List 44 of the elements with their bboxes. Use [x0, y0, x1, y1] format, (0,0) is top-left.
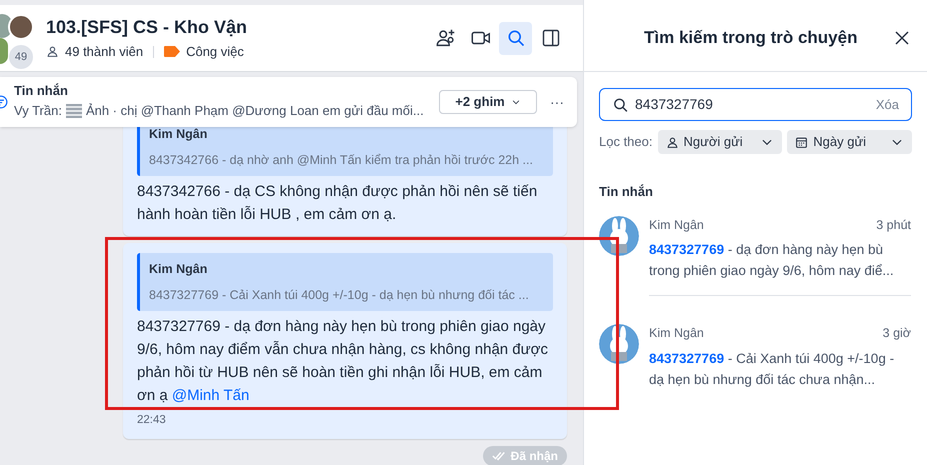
quote-author: Kim Ngân	[149, 127, 208, 142]
message-text: 8437327769 - dạ đơn hàng này hẹn bù trong phiên giao ngày 9/6, hôm nay điểm vẫn chưa nhận hàng, cs không nhận được phản hồi từ HUB nên sẽ hoàn tiền ghi nhận lỗi HUB, em cảm ơn ạ @Minh Tấn	[137, 316, 550, 406]
mention-link[interactable]: @Minh Tấn	[172, 386, 250, 404]
pins-button[interactable]: +2 ghim	[439, 90, 537, 114]
result-time: 3 giờ	[882, 325, 911, 342]
more-button[interactable]: ···	[537, 92, 577, 112]
avatar	[599, 324, 639, 364]
sender-name: Kim Ngân	[649, 216, 704, 234]
pinned-title: Tin nhắn	[14, 83, 69, 100]
add-member-icon	[434, 27, 456, 49]
close-button[interactable]	[895, 31, 909, 45]
tag-label[interactable]: Công việc	[186, 42, 244, 62]
section-title: Tin nhắn	[599, 183, 654, 201]
tag-icon	[164, 46, 180, 57]
member-count-badge: 49	[8, 44, 34, 70]
result-text[interactable]: 8437327769 - dạ đơn hàng này hẹn bù trong phiên giao ngày 9/6, hôm nay điể...	[649, 239, 911, 282]
quote-text: 8437342766 - dạ nhờ anh @Minh Tấn kiểm tra phản hồi trước 22h ...	[149, 152, 534, 168]
result-time: 3 phút	[876, 216, 911, 234]
search-icon	[506, 28, 526, 48]
clear-button[interactable]: Xóa	[876, 94, 899, 114]
filter-label: Lọc theo:	[599, 133, 652, 152]
image-thumbnail	[66, 104, 82, 118]
panel-title: Tìm kiếm trong trò chuyện	[644, 27, 858, 50]
avatar	[599, 216, 639, 256]
pinned-preview: Ảnh · chị @Thanh Phạm @Dương Loan em gửi đầu mối...	[86, 102, 424, 120]
quote-author: Kim Ngân	[149, 260, 208, 277]
calendar-icon	[795, 136, 808, 148]
sender-name: Kim Ngân	[649, 325, 704, 342]
person-icon	[666, 136, 678, 148]
search-button[interactable]	[499, 22, 532, 54]
result-text[interactable]: 8437327769 - Cải Xanh túi 400g +/-10g - dạ hẹn bù nhưng đối tác chưa nhận...	[649, 348, 911, 390]
double-check-icon	[492, 451, 506, 461]
filter-dropdown[interactable]: Ngày gửi	[787, 130, 912, 154]
message-time: 22:43	[137, 412, 167, 428]
message-text: 8437342766 - dạ CS không nhận được phản hồi nên sẽ tiến hành hoàn tiền lỗi HUB , em cảm ơn ạ.	[137, 182, 538, 225]
person-icon	[46, 45, 59, 58]
status-badge: Đã nhận	[482, 446, 567, 465]
pinned-sender: Vy Trần:	[14, 102, 62, 120]
sidebar-icon	[540, 28, 560, 48]
filter-dropdown[interactable]: Người gửi	[658, 130, 782, 154]
chat-title: 103.[SFS] CS - Kho Vận	[46, 16, 248, 39]
member-count[interactable]: 49 thành viên	[65, 42, 144, 62]
search-field[interactable]: 8437327769 Xóa	[599, 88, 912, 121]
quote-text: 8437327769 - Cải Xanh túi 400g +/-10g - dạ hẹn bù nhưng đối tác ...	[149, 286, 530, 303]
